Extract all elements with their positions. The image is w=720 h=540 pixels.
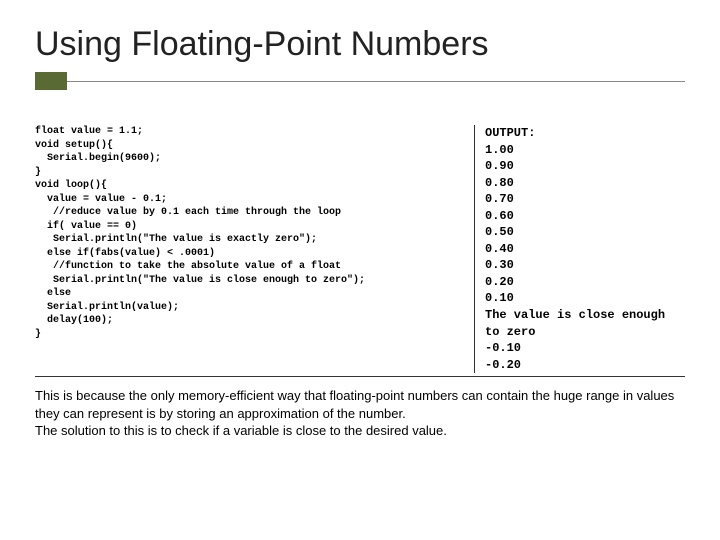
rule-line: [67, 81, 685, 82]
output-block: OUTPUT: 1.00 0.90 0.80 0.70 0.60 0.50 0.…: [475, 125, 685, 373]
slide-title: Using Floating-Point Numbers: [35, 25, 685, 64]
content-columns: float value = 1.1; void setup(){ Serial.…: [35, 125, 685, 377]
explanation-text: This is because the only memory-efficien…: [35, 387, 685, 440]
slide: Using Floating-Point Numbers float value…: [0, 0, 720, 540]
code-block: float value = 1.1; void setup(){ Serial.…: [35, 125, 475, 373]
accent-block: [35, 72, 67, 90]
title-rule: [35, 72, 685, 90]
